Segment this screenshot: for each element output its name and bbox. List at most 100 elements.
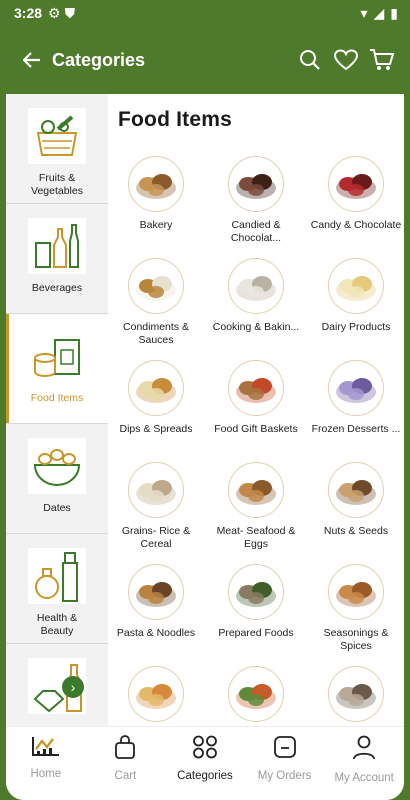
sidebar-item-label: Food Items bbox=[30, 392, 84, 404]
subcategory-image bbox=[228, 462, 284, 518]
subcategory-label: Food Gift Baskets bbox=[214, 423, 298, 435]
sidebar-item-label: Health & Beauty bbox=[36, 612, 78, 637]
subcategory-label: Dips & Spreads bbox=[119, 423, 193, 435]
subcategory-image bbox=[128, 564, 184, 620]
subcategory-tile[interactable]: Condiments & Sauces bbox=[108, 258, 206, 360]
sidebar-item-health-beauty[interactable]: Health & Beauty bbox=[6, 534, 108, 644]
subcategory-image bbox=[128, 666, 184, 722]
subcategory-tile[interactable] bbox=[206, 666, 306, 726]
subcategory-image bbox=[228, 666, 284, 722]
subcategory-image bbox=[328, 564, 384, 620]
subcategory-label: Bakery bbox=[139, 219, 173, 231]
subcategory-label: Prepared Foods bbox=[218, 627, 294, 639]
subcategory-tile[interactable]: Bakery bbox=[108, 156, 206, 258]
subcategory-image bbox=[128, 258, 184, 314]
subcategory-tile[interactable]: Pasta & Noodles bbox=[108, 564, 206, 666]
subcategory-image bbox=[228, 564, 284, 620]
status-time: 3:28 bbox=[14, 5, 43, 21]
sidebar-item-fruits-vegetables[interactable]: Fruits & Vegetables bbox=[6, 94, 108, 204]
nav-label: Categories bbox=[177, 770, 233, 782]
main-screen: Fruits & Vegetables Beverages Food Items… bbox=[6, 94, 404, 800]
subcategory-label: Condiments & Sauces bbox=[123, 321, 189, 346]
subcategory-label: Pasta & Noodles bbox=[116, 627, 196, 639]
gem-bottle-icon: › bbox=[28, 658, 86, 714]
nav-cart[interactable]: Cart bbox=[86, 727, 166, 800]
chevron-right-icon[interactable]: › bbox=[62, 676, 84, 698]
settings-gear-icon: ⚙ bbox=[48, 4, 61, 21]
app-bar: Categories bbox=[0, 26, 410, 94]
subcategory-image bbox=[128, 360, 184, 416]
subcategory-tile[interactable]: Meat- Seafood & Eggs bbox=[206, 462, 306, 564]
subcategory-image bbox=[128, 156, 184, 212]
battery-icon: ▮ bbox=[390, 4, 398, 21]
subcategory-label: Dairy Products bbox=[321, 321, 391, 333]
subcategory-tile[interactable] bbox=[306, 666, 404, 726]
cosmetics-icon bbox=[28, 548, 86, 604]
signal-icon: ◢ bbox=[373, 4, 385, 21]
bottom-navigation: Home Cart Categories My Orders My Accoun… bbox=[6, 726, 404, 800]
back-arrow-icon[interactable] bbox=[6, 34, 58, 86]
subcategory-label: Frozen Desserts ... bbox=[311, 423, 401, 435]
home-chart-icon bbox=[31, 735, 61, 762]
sidebar-item-beverages[interactable]: Beverages bbox=[6, 204, 108, 314]
cart-icon[interactable] bbox=[366, 44, 398, 76]
sidebar-item-dates[interactable]: Dates bbox=[6, 424, 108, 534]
bottles-icon bbox=[28, 218, 86, 274]
subcategory-image bbox=[128, 462, 184, 518]
subcategory-tile[interactable]: Grains- Rice & Cereal bbox=[108, 462, 206, 564]
subcategory-label: Cooking & Bakin... bbox=[212, 321, 300, 333]
subcategory-image bbox=[328, 360, 384, 416]
heart-icon[interactable] bbox=[330, 44, 362, 76]
subcategory-label: Nuts & Seeds bbox=[323, 525, 389, 537]
subcategory-image bbox=[328, 258, 384, 314]
subcategory-label: Seasonings & Spices bbox=[323, 627, 389, 652]
section-title: Food Items bbox=[118, 108, 233, 131]
subcategory-image bbox=[328, 462, 384, 518]
subcategory-tile[interactable]: Seasonings & Spices bbox=[306, 564, 404, 666]
subcategory-tile[interactable]: Dips & Spreads bbox=[108, 360, 206, 462]
sidebar-item-label: Beverages bbox=[31, 282, 83, 294]
subcategory-label: Candied & Chocolat... bbox=[230, 219, 282, 244]
page-title: Categories bbox=[52, 49, 146, 70]
sidebar-item-food-items[interactable]: Food Items bbox=[6, 314, 108, 424]
shield-icon: ⛊ bbox=[64, 4, 76, 21]
subcategory-image bbox=[228, 360, 284, 416]
category-content: Food Items Bakery Candied & Chocolat... Ca… bbox=[108, 94, 404, 726]
can-box-icon bbox=[28, 328, 86, 384]
nav-categories[interactable]: Categories bbox=[165, 727, 245, 800]
sidebar-item-more[interactable]: › bbox=[6, 644, 108, 726]
subcategory-grid: Bakery Candied & Chocolat... Candy & Choco… bbox=[108, 156, 402, 726]
app-frame: 3:28 ⚙ ⛊ ▾ ◢ ▮ Categories Fruits & Veget… bbox=[0, 0, 410, 800]
dates-bowl-icon bbox=[28, 438, 86, 494]
account-icon bbox=[352, 735, 376, 766]
subcategory-tile[interactable] bbox=[108, 666, 206, 726]
subcategory-tile[interactable]: Frozen Desserts ... bbox=[306, 360, 404, 462]
sidebar-item-label: Fruits & Vegetables bbox=[31, 172, 83, 197]
subcategory-image bbox=[328, 156, 384, 212]
subcategory-tile[interactable]: Cooking & Bakin... bbox=[206, 258, 306, 360]
search-icon[interactable] bbox=[294, 44, 326, 76]
subcategory-tile[interactable]: Food Gift Baskets bbox=[206, 360, 306, 462]
nav-label: Home bbox=[30, 768, 62, 780]
subcategory-tile[interactable]: Dairy Products bbox=[306, 258, 404, 360]
subcategory-label: Grains- Rice & Cereal bbox=[121, 525, 191, 550]
subcategory-image bbox=[328, 666, 384, 722]
category-sidebar[interactable]: Fruits & Vegetables Beverages Food Items… bbox=[6, 94, 108, 726]
nav-label: My Orders bbox=[257, 770, 312, 782]
subcategory-tile[interactable]: Candy & Chocolate bbox=[306, 156, 404, 258]
nav-home[interactable]: Home bbox=[6, 727, 86, 800]
subcategory-tile[interactable]: Prepared Foods bbox=[206, 564, 306, 666]
subcategory-tile[interactable]: Candied & Chocolat... bbox=[206, 156, 306, 258]
nav-my-account[interactable]: My Account bbox=[324, 727, 404, 800]
sidebar-item-label: Dates bbox=[43, 502, 71, 514]
subcategory-image bbox=[228, 258, 284, 314]
orders-icon bbox=[273, 735, 297, 764]
nav-label: Cart bbox=[114, 770, 137, 782]
status-bar: 3:28 ⚙ ⛊ ▾ ◢ ▮ bbox=[0, 0, 410, 26]
categories-grid-icon bbox=[192, 735, 218, 764]
subcategory-image bbox=[228, 156, 284, 212]
subcategory-tile[interactable]: Nuts & Seeds bbox=[306, 462, 404, 564]
nav-my-orders[interactable]: My Orders bbox=[245, 727, 325, 800]
wifi-icon: ▾ bbox=[360, 4, 368, 21]
subcategory-label: Meat- Seafood & Eggs bbox=[216, 525, 296, 550]
